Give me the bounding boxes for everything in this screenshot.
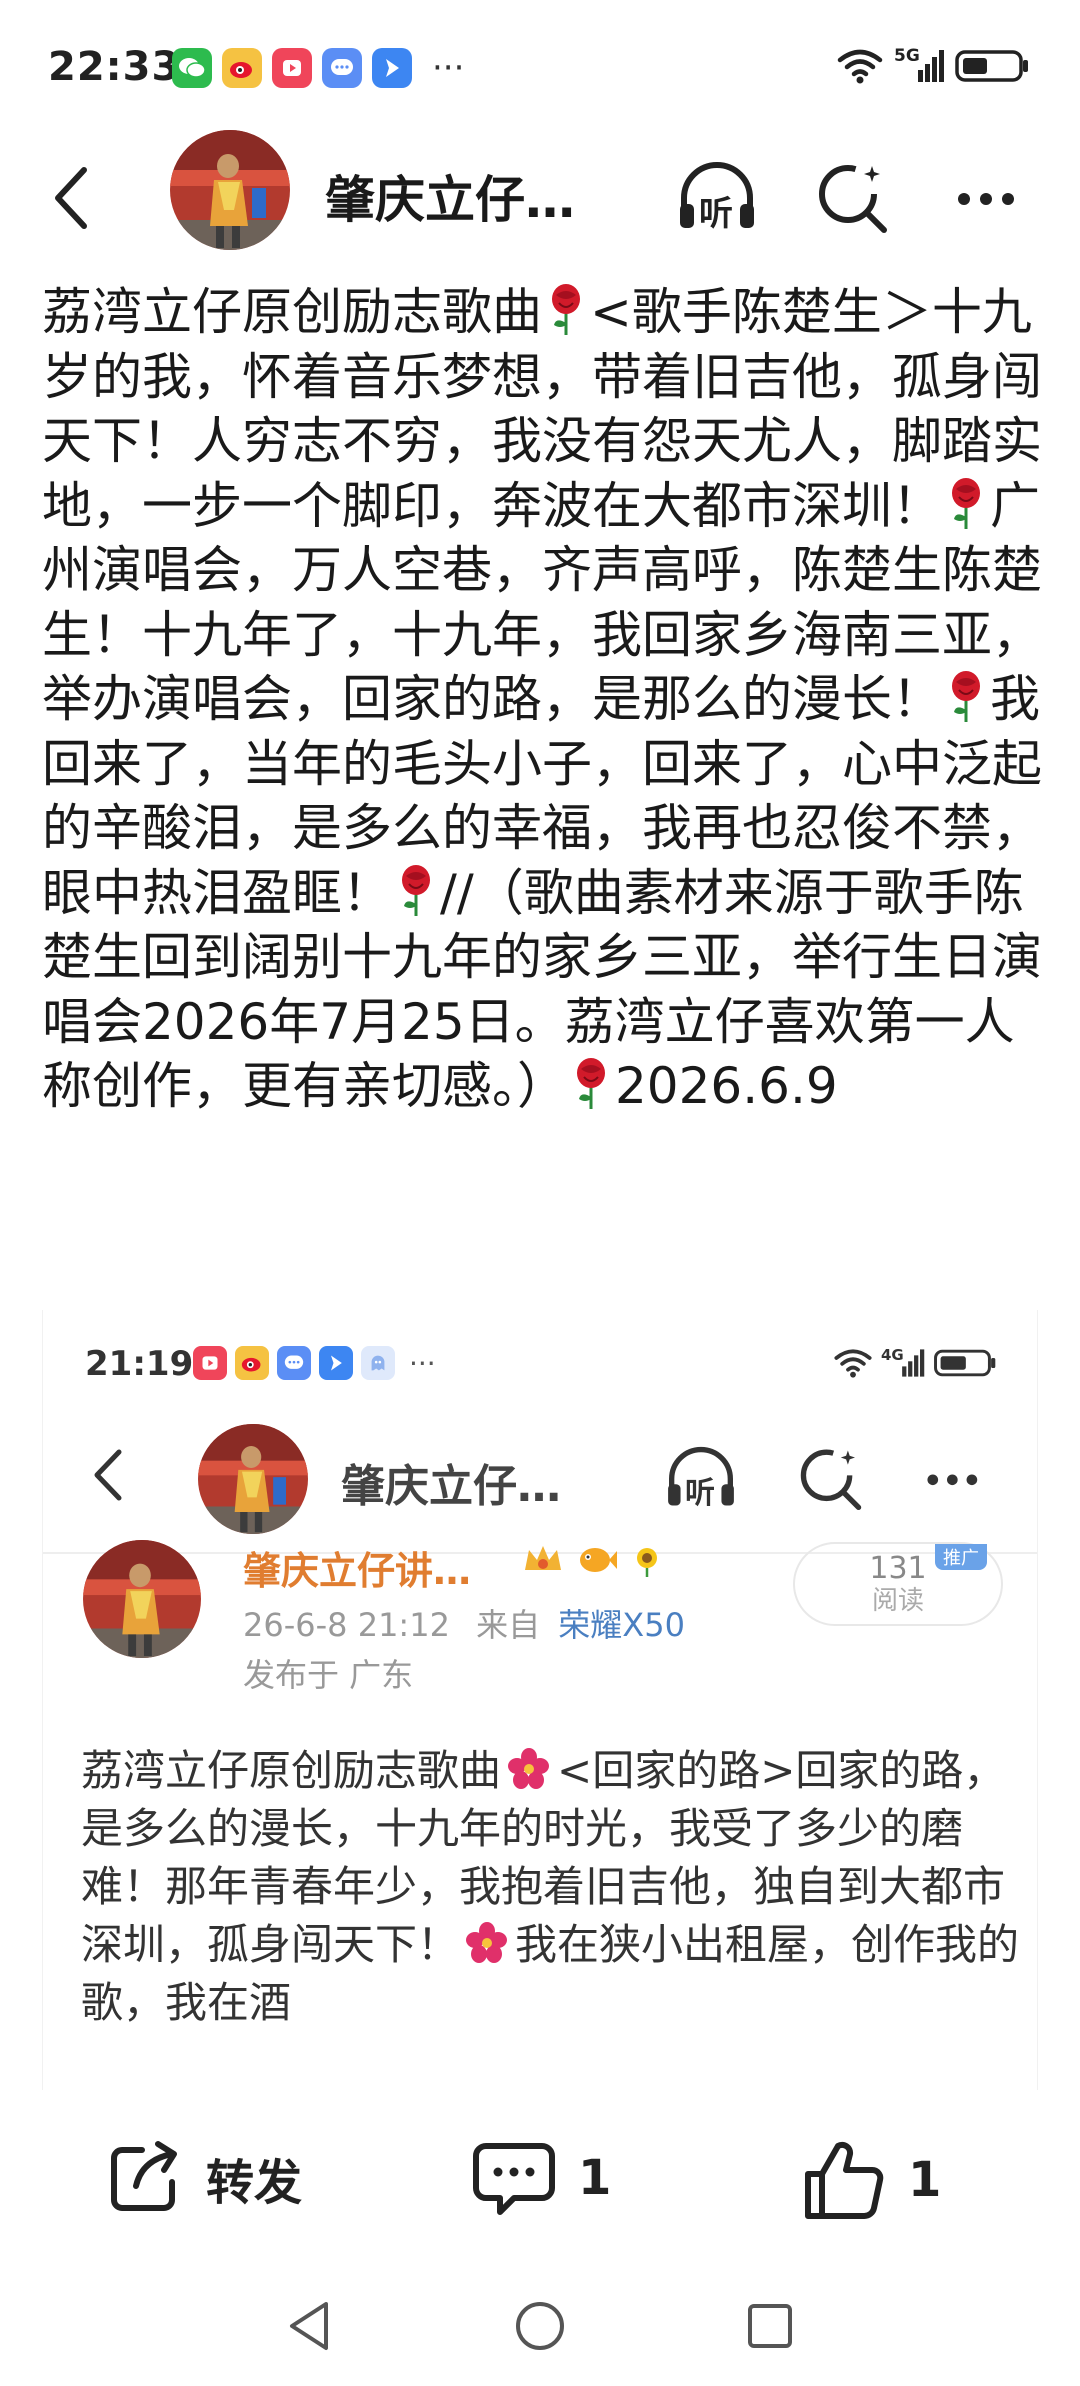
search-button[interactable] (808, 152, 898, 242)
fish-badge-icon (580, 1548, 617, 1572)
message-icon (322, 48, 362, 88)
comment-button[interactable]: 1 (470, 2136, 611, 2220)
message-icon (277, 1346, 311, 1380)
app-header: 肇庆立仔… 听 (0, 130, 1080, 265)
post-date: 2026.6.9 (615, 1057, 838, 1115)
read-count-badge: 推广 131 阅读 (793, 1542, 1003, 1626)
embedded-post-body: 荔湾立仔原创励志歌曲 <回家的路>回家的路，是多么的漫长，十九年的时光，我受了多少… (81, 1742, 1021, 2032)
battery-icon (934, 1349, 996, 1377)
signal-indicator: 5G (894, 46, 944, 86)
embedded-page-title: 肇庆立仔… (341, 1461, 561, 1512)
action-bar: 转发 1 1 (0, 2092, 1080, 2267)
embedded-avatar (198, 1424, 308, 1534)
nav-back-icon[interactable] (280, 2296, 340, 2356)
system-nav-bar (0, 2268, 1080, 2386)
share-icon (111, 2141, 177, 2211)
sunflower-badge-icon (637, 1548, 657, 1577)
embedded-listen-button: 听 (661, 1438, 741, 1518)
repost-label: 转发 (206, 2155, 303, 2211)
notification-icons: ··· (172, 48, 464, 88)
embedded-more-button (915, 1438, 995, 1518)
more-notifications: ··· (432, 48, 465, 88)
avatar[interactable] (170, 130, 290, 250)
thumbs-up-icon (805, 2141, 884, 2219)
signal-icon (902, 1349, 925, 1377)
battery-icon (955, 50, 1028, 82)
signal-icon (918, 50, 944, 82)
rose-icon (577, 1058, 605, 1109)
hibiscus-icon (508, 1748, 550, 1789)
rose-icon (952, 671, 980, 722)
author-badges (521, 1542, 665, 1578)
listen-button[interactable]: 听 (672, 152, 762, 242)
comment-count: 1 (578, 2150, 612, 2206)
embedded-back-icon (94, 1449, 122, 1501)
promo-tag: 推广 (935, 1544, 987, 1570)
weibo-icon (235, 1346, 269, 1380)
video-icon (193, 1346, 227, 1380)
status-time: 22:33 (48, 44, 181, 90)
search-icon (819, 165, 887, 233)
hibiscus-icon (466, 1922, 508, 1963)
embedded-from-label: 来自 (476, 1606, 541, 1644)
embedded-notification-icons: ··· (193, 1346, 436, 1380)
embedded-screenshot[interactable]: 21:19 ··· 4G 肇庆立仔… 听 肇庆立仔讲… 26-6-8 21:12… (42, 1310, 1038, 2090)
read-label: 阅读 (871, 1586, 924, 1616)
ghost-icon (361, 1346, 395, 1380)
like-count: 1 (908, 2152, 942, 2208)
embedded-status-time: 21:19 (85, 1344, 194, 1384)
page-title: 肇庆立仔… (325, 171, 575, 229)
rose-icon (402, 864, 430, 916)
post-text-segment: 荔湾立仔原创励志歌曲 (42, 283, 542, 341)
status-bar: 22:33 ··· 5G (0, 0, 1080, 130)
post-body: 荔湾立仔原创励志歌曲 <歌手陈楚生＞十九岁的我，怀着音乐梦想，带着旧吉他，孤身闯天… (42, 280, 1042, 1119)
wechat-icon (172, 48, 212, 88)
rose-icon (952, 477, 980, 529)
nav-recents-icon[interactable] (740, 2296, 800, 2356)
crown-badge-icon (525, 1546, 561, 1570)
embedded-status-indicators: 4G (833, 1346, 997, 1380)
send-icon (319, 1346, 353, 1380)
back-icon[interactable] (38, 158, 108, 238)
wifi-icon (837, 49, 883, 84)
like-button[interactable]: 1 (800, 2136, 941, 2224)
embedded-text-segment: 荔湾立仔原创励志歌曲 (81, 1746, 502, 1795)
more-icon (927, 1474, 978, 1486)
embedded-location: 发布于 广东 (243, 1656, 414, 1694)
embedded-search-button (791, 1438, 871, 1518)
video-icon (272, 48, 312, 88)
weibo-icon (222, 48, 262, 88)
listen-label: 听 (699, 194, 733, 234)
more-icon (958, 193, 1014, 205)
search-icon (800, 1449, 862, 1510)
nav-home-icon[interactable] (510, 2296, 570, 2356)
embedded-post-meta: 26-6-8 21:12 来自 荣耀X50 (243, 1600, 685, 1646)
comment-icon (473, 2143, 555, 2215)
embedded-device: 荣耀X50 (558, 1606, 685, 1644)
embedded-post-time: 26-6-8 21:12 (243, 1606, 450, 1644)
rose-icon (552, 284, 580, 335)
repost-button[interactable]: 转发 (102, 2136, 302, 2220)
embedded-author-avatar (83, 1540, 201, 1658)
embedded-more-notifications: ··· (409, 1346, 436, 1380)
embedded-author-name: 肇庆立仔讲… (243, 1549, 472, 1593)
wifi-icon (834, 1349, 872, 1378)
embedded-signal-indicator: 4G (881, 1346, 925, 1380)
status-indicators: 5G (836, 46, 1030, 86)
send-icon (372, 48, 412, 88)
more-button[interactable] (944, 152, 1034, 242)
embedded-listen-label: 听 (685, 1476, 715, 1511)
